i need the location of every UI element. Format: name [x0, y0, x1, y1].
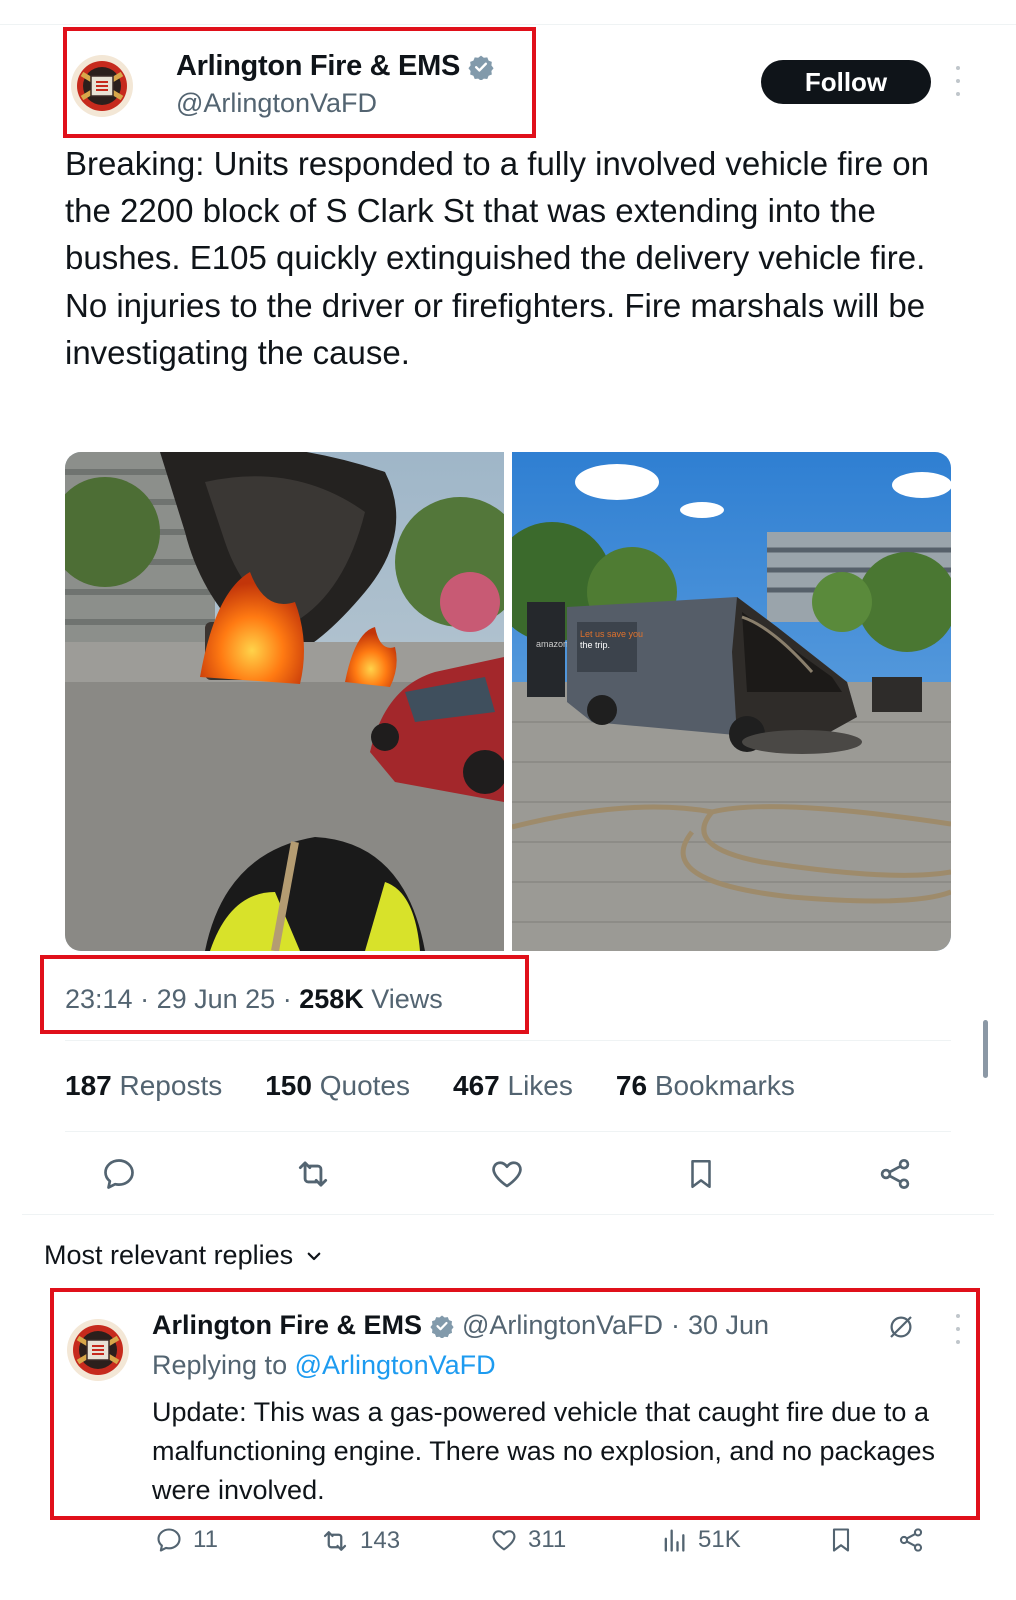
media-grid[interactable]: amazon Let us save you the trip. [65, 452, 951, 951]
reply-icon[interactable] [95, 1150, 143, 1198]
like-heart-icon [492, 1530, 516, 1551]
reply-header: Arlington Fire & EMS @ArlingtonVaFD · 30 J… [152, 1310, 769, 1341]
replying-to-link[interactable]: @ArlingtonVaFD [295, 1350, 496, 1380]
analytics-bars-icon [664, 1529, 685, 1552]
reply-like-button[interactable]: 311 [490, 1526, 566, 1554]
engagement-stats: 187 Reposts 150 Quotes 467 Likes 76 Book… [65, 1070, 795, 1102]
replies-heading: Most relevant replies [44, 1240, 294, 1270]
replies-sort-dropdown[interactable]: Most relevant replies [44, 1240, 323, 1271]
divider [65, 1040, 951, 1041]
scrollbar[interactable] [983, 1020, 988, 1078]
repost-icon [323, 1531, 347, 1551]
share-icon[interactable] [871, 1150, 919, 1198]
author-handle[interactable]: @ArlingtonVaFD [176, 88, 377, 119]
dot-separator: · [670, 1310, 680, 1340]
reply-author-handle[interactable]: @ArlingtonVaFD [462, 1310, 663, 1341]
reply-date[interactable]: 30 Jun [688, 1310, 769, 1341]
bookmarks-stat[interactable]: 76 Bookmarks [616, 1070, 795, 1102]
post-date[interactable]: 29 Jun 25 [157, 984, 276, 1014]
van-slogan-text-2: the trip. [580, 640, 610, 650]
bookmark-icon [832, 1528, 850, 1552]
reply-views-button[interactable]: 51K [660, 1526, 741, 1554]
reply-repost-button[interactable]: 143 [320, 1526, 400, 1556]
follow-button[interactable]: Follow [761, 60, 931, 104]
reply-author-name[interactable]: Arlington Fire & EMS [152, 1310, 422, 1341]
bookmark-icon[interactable] [677, 1150, 725, 1198]
like-heart-icon[interactable] [483, 1150, 531, 1198]
top-divider [0, 24, 1016, 25]
burning-vehicle-photo[interactable] [65, 452, 504, 951]
reply-more-options-icon[interactable] [950, 1314, 966, 1344]
views-label: Views [371, 984, 443, 1014]
reply-action-bar: 11 143 311 51K [155, 1526, 935, 1562]
reply-icon [157, 1528, 181, 1552]
van-slogan-text: Let us save you [580, 629, 643, 639]
divider [65, 1131, 951, 1132]
reply-text: Update: This was a gas-powered vehicle t… [152, 1397, 936, 1505]
likes-stat[interactable]: 467 Likes [453, 1070, 573, 1102]
van-brand-text: amazon [536, 639, 568, 649]
reply-share-button[interactable] [897, 1526, 925, 1554]
more-options-icon[interactable] [950, 66, 966, 96]
reply-bookmark-button[interactable] [827, 1526, 855, 1554]
views-count: 258K [299, 984, 364, 1014]
verified-badge-icon [430, 1315, 454, 1338]
post-action-bar [65, 1150, 951, 1198]
author-name[interactable]: Arlington Fire & EMS [176, 50, 460, 83]
chevron-down-icon [307, 1252, 321, 1260]
divider [22, 1214, 994, 1215]
reposts-stat[interactable]: 187 Reposts [65, 1070, 222, 1102]
repost-icon[interactable] [289, 1150, 337, 1198]
verified-badge-icon [468, 55, 494, 80]
burned-van-photo[interactable]: amazon Let us save you the trip. [512, 452, 951, 951]
reply-reply-button[interactable]: 11 [155, 1526, 218, 1554]
grok-icon[interactable] [886, 1312, 916, 1347]
replying-to: Replying to @ArlingtonVaFD [152, 1350, 496, 1380]
post-text: Breaking: Units responded to a fully inv… [65, 145, 929, 371]
author-name-row[interactable]: Arlington Fire & EMS [176, 50, 494, 83]
share-icon [899, 1528, 923, 1552]
post-meta: 23:14 · 29 Jun 25 · 258K Views [65, 984, 443, 1014]
post-time[interactable]: 23:14 [65, 984, 133, 1014]
quotes-stat[interactable]: 150 Quotes [265, 1070, 410, 1102]
